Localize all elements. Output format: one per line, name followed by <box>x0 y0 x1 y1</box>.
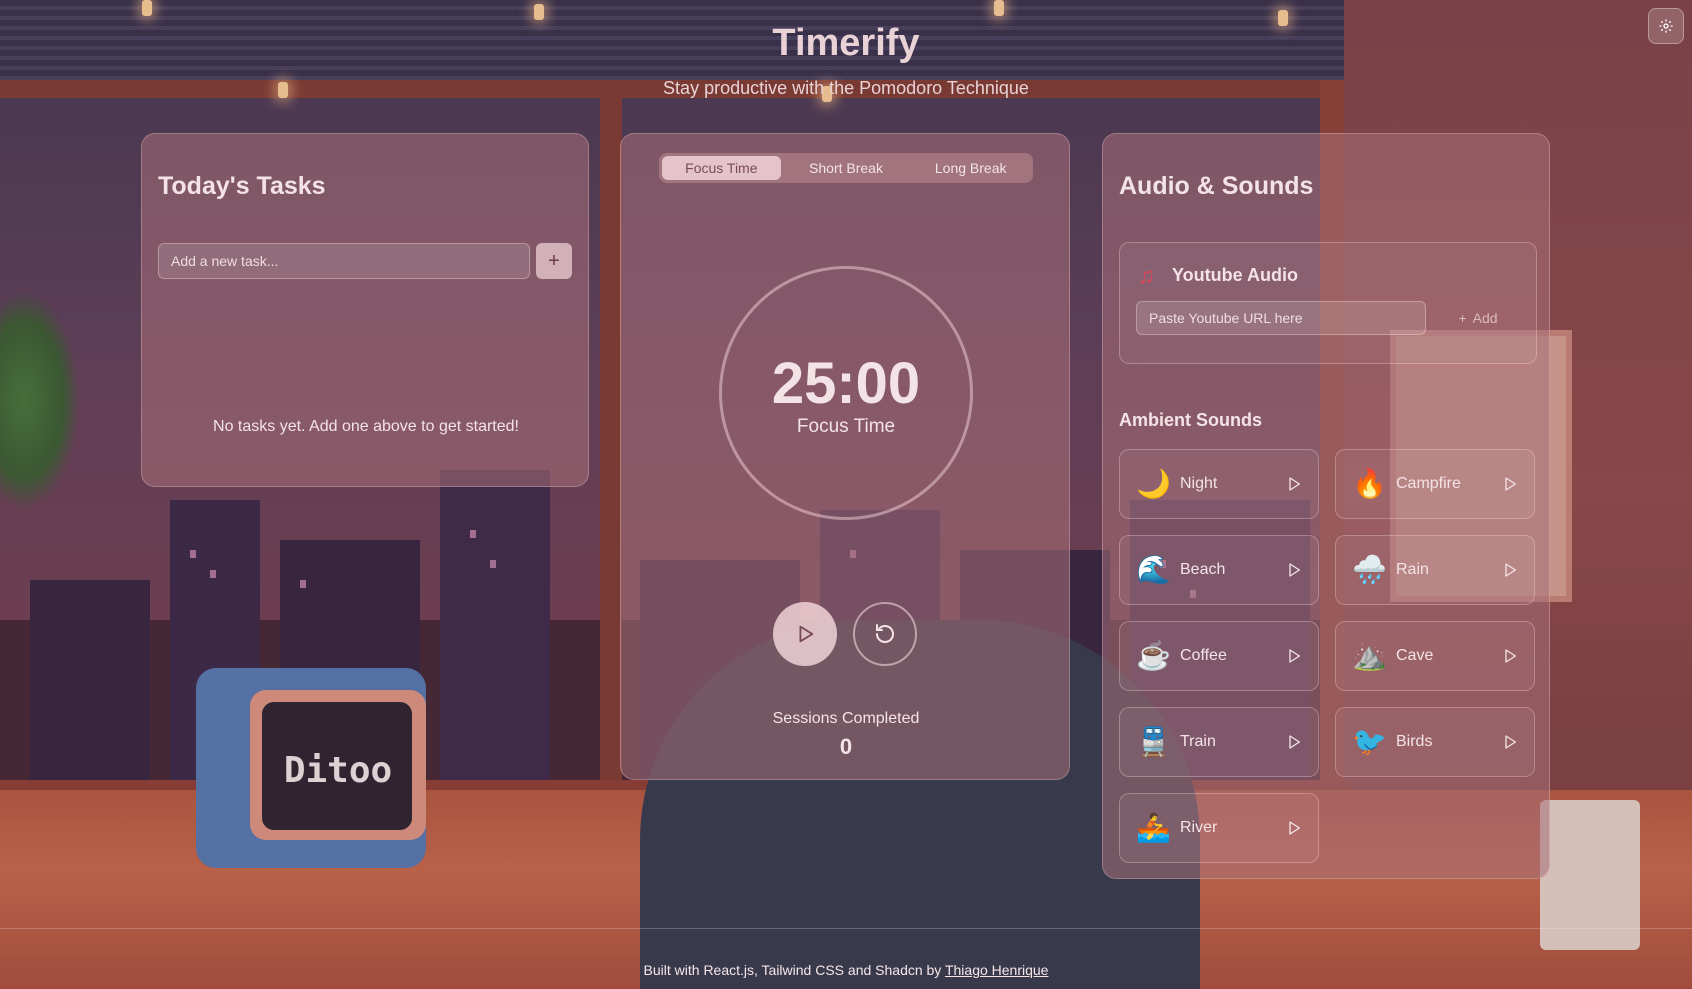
rowboat-icon: 🚣 <box>1136 812 1171 843</box>
tasks-panel: Today's Tasks + No tasks yet. Add one ab… <box>141 133 589 487</box>
start-button[interactable] <box>773 602 837 666</box>
timer-display: 25:00 <box>771 351 921 416</box>
youtube-audio-card: ♫ Youtube Audio + Add <box>1119 242 1537 364</box>
sound-train[interactable]: 🚆 Train <box>1119 707 1319 777</box>
audio-panel: Audio & Sounds ♫ Youtube Audio + Add Amb… <box>1102 133 1550 879</box>
footer: Built with React.js, Tailwind CSS and Sh… <box>0 962 1692 978</box>
play-icon[interactable] <box>1502 562 1518 578</box>
sound-river[interactable]: 🚣 River <box>1119 793 1319 863</box>
train-icon: 🚆 <box>1136 726 1171 757</box>
sound-night[interactable]: 🌙 Night <box>1119 449 1319 519</box>
youtube-url-input[interactable] <box>1136 301 1426 335</box>
timer-panel: Focus Time Short Break Long Break 25:00 … <box>620 133 1070 780</box>
sound-beach[interactable]: 🌊 Beach <box>1119 535 1319 605</box>
sound-coffee[interactable]: ☕ Coffee <box>1119 621 1319 691</box>
coffee-icon: ☕ <box>1136 640 1171 671</box>
footer-text: Built with React.js, Tailwind CSS and Sh… <box>643 962 945 978</box>
play-icon[interactable] <box>1502 476 1518 492</box>
sound-label: Birds <box>1396 733 1433 750</box>
plus-icon: + <box>1458 310 1467 326</box>
sound-label: Coffee <box>1180 647 1227 664</box>
play-icon <box>799 625 814 643</box>
fire-icon: 🔥 <box>1352 468 1387 499</box>
ambient-sounds-title: Ambient Sounds <box>1119 410 1262 430</box>
play-icon[interactable] <box>1286 648 1302 664</box>
sound-label: Beach <box>1180 561 1226 578</box>
mountain-icon: ⛰️ <box>1352 640 1387 671</box>
play-icon[interactable] <box>1286 734 1302 750</box>
mode-tabs: Focus Time Short Break Long Break <box>659 153 1033 183</box>
wave-icon: 🌊 <box>1136 554 1171 585</box>
app-subtitle: Stay productive with the Pomodoro Techni… <box>663 78 1029 98</box>
sound-rain[interactable]: 🌧️ Rain <box>1335 535 1535 605</box>
play-icon[interactable] <box>1286 820 1302 836</box>
tasks-title: Today's Tasks <box>158 172 326 200</box>
moon-icon: 🌙 <box>1136 468 1171 499</box>
play-icon[interactable] <box>1502 734 1518 750</box>
empty-tasks-message: No tasks yet. Add one above to get start… <box>213 418 519 435</box>
youtube-add-button[interactable]: + Add <box>1436 301 1520 335</box>
sound-label: River <box>1180 819 1218 836</box>
play-icon[interactable] <box>1286 476 1302 492</box>
rain-cloud-icon: 🌧️ <box>1352 554 1387 585</box>
bird-icon: 🐦 <box>1352 726 1387 757</box>
tab-long-break[interactable]: Long Break <box>911 156 1030 180</box>
new-task-input[interactable] <box>158 243 530 279</box>
play-icon[interactable] <box>1502 648 1518 664</box>
tab-focus-time[interactable]: Focus Time <box>662 156 781 180</box>
tab-short-break[interactable]: Short Break <box>787 156 906 180</box>
plus-icon: + <box>548 249 560 272</box>
music-note-icon: ♫ <box>1138 263 1155 288</box>
sessions-label: Sessions Completed <box>772 710 920 727</box>
reset-icon <box>876 624 894 643</box>
sessions-count: 0 <box>839 734 853 759</box>
youtube-audio-title: Youtube Audio <box>1172 265 1298 285</box>
youtube-add-label: Add <box>1472 310 1498 326</box>
sound-campfire[interactable]: 🔥 Campfire <box>1335 449 1535 519</box>
play-icon[interactable] <box>1286 562 1302 578</box>
app-title: Timerify <box>772 22 920 64</box>
add-task-button[interactable]: + <box>536 243 572 279</box>
sound-label: Train <box>1180 733 1216 750</box>
audio-title: Audio & Sounds <box>1119 172 1314 200</box>
sound-label: Campfire <box>1396 475 1461 492</box>
reset-button[interactable] <box>853 602 917 666</box>
sound-birds[interactable]: 🐦 Birds <box>1335 707 1535 777</box>
author-link[interactable]: Thiago Henrique <box>945 962 1049 978</box>
sound-label: Rain <box>1396 561 1429 578</box>
sound-label: Cave <box>1396 647 1434 664</box>
footer-divider <box>0 928 1692 929</box>
timer-mode-label: Focus Time <box>796 416 896 437</box>
sound-cave[interactable]: ⛰️ Cave <box>1335 621 1535 691</box>
sound-label: Night <box>1180 475 1218 492</box>
